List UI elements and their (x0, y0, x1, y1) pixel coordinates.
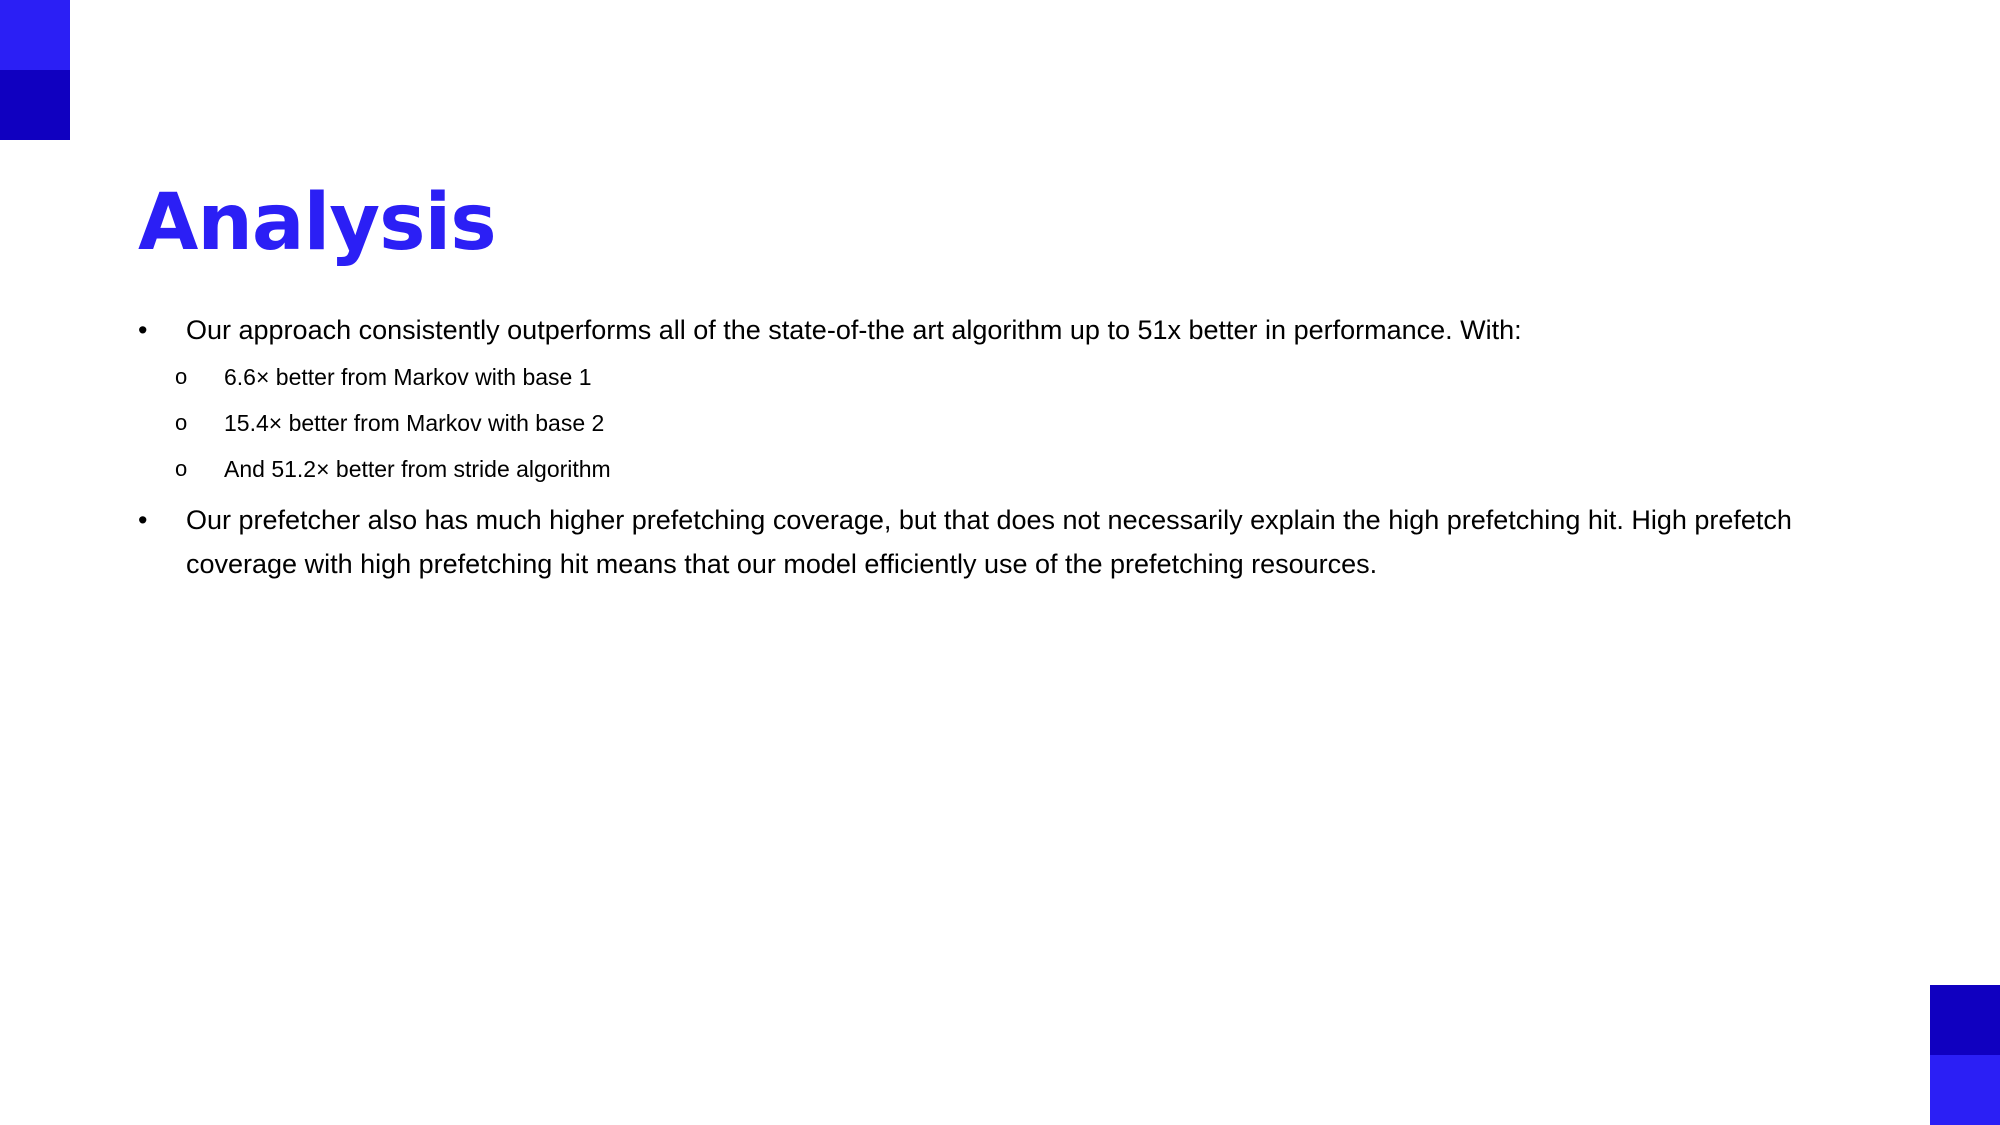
sub-item-markov-base-2: o 15.4× better from Markov with base 2 (138, 400, 1858, 446)
corner-decoration-top-left-lower (0, 70, 70, 140)
bullet-marker: • (138, 315, 148, 345)
sub-item-text: 6.6× better from Markov with base 1 (224, 364, 592, 390)
bullet-item-coverage: • Our prefetcher also has much higher pr… (138, 498, 1858, 586)
sub-bullet-marker: o (175, 364, 188, 389)
sub-item-markov-base-1: o 6.6× better from Markov with base 1 (138, 354, 1858, 400)
sub-item-stride: o And 51.2× better from stride algorithm (138, 446, 1858, 492)
slide-body: • Our approach consistently outperforms … (138, 308, 1858, 586)
slide-title: Analysis (138, 178, 497, 268)
sub-list: o 6.6× better from Markov with base 1 o … (138, 354, 1858, 492)
bullet-marker: • (138, 505, 148, 535)
corner-decoration-bottom-right-upper (1930, 985, 2000, 1055)
sub-item-text: And 51.2× better from stride algorithm (224, 456, 611, 482)
bullet-item-performance: • Our approach consistently outperforms … (138, 308, 1858, 352)
sub-bullet-marker: o (175, 410, 188, 435)
bullet-text: Our prefetcher also has much higher pref… (186, 505, 1792, 579)
sub-bullet-marker: o (175, 456, 188, 481)
bullet-text: Our approach consistently outperforms al… (186, 315, 1522, 345)
corner-decoration-top-left-upper (0, 0, 70, 70)
corner-decoration-bottom-right-lower (1930, 1055, 2000, 1125)
sub-item-text: 15.4× better from Markov with base 2 (224, 410, 605, 436)
